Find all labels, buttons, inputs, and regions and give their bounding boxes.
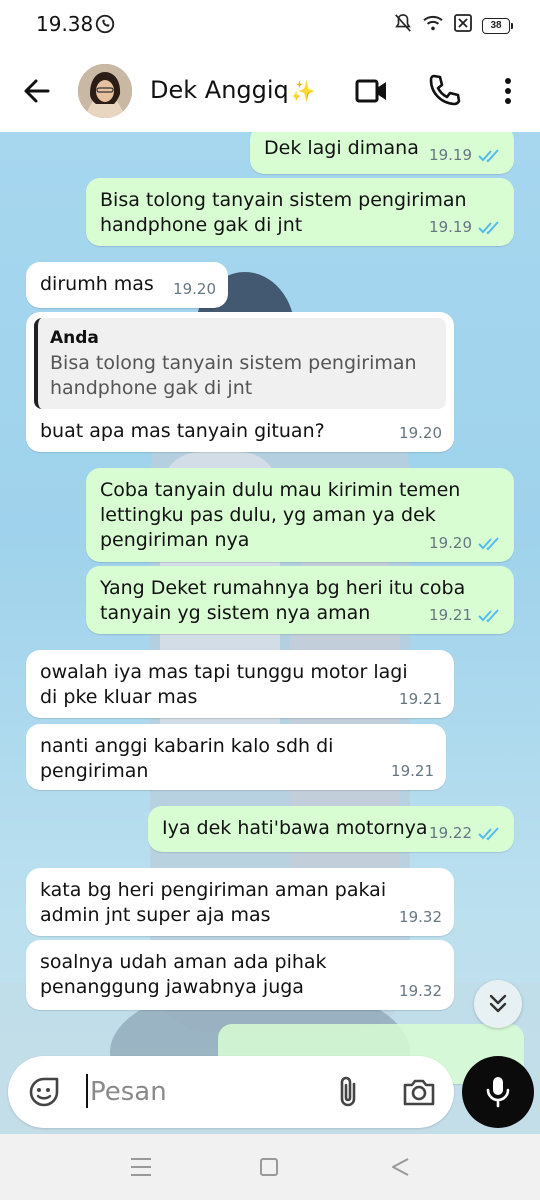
message-bubble[interactable]: Coba tanyain dulu mau kirimin temen lett… xyxy=(86,468,514,562)
message-bubble[interactable]: Bisa tolong tanyain sistem pengiriman ha… xyxy=(86,178,514,246)
message-time: 19.20 xyxy=(173,280,216,298)
message-text: Coba tanyain dulu mau kirimin temen lett… xyxy=(100,479,461,551)
sim-icon xyxy=(454,14,472,37)
message-text: nanti anggi kabarin kalo sdh di pengirim… xyxy=(40,735,334,782)
message-meta: 19.19 xyxy=(429,143,502,168)
home-icon[interactable] xyxy=(260,1158,278,1176)
battery-icon: 38 xyxy=(482,17,513,34)
message-bubble[interactable]: dirumh mas 19.20 xyxy=(26,262,228,308)
message-time: 19.20 xyxy=(399,424,442,442)
message-input[interactable] xyxy=(90,1070,310,1114)
double-chevron-down-icon xyxy=(489,994,507,1013)
message-time: 19.22 xyxy=(429,824,472,842)
microphone-button[interactable] xyxy=(462,1056,534,1128)
message-text: buat apa mas tanyain gituan? xyxy=(40,420,325,442)
chat-area[interactable]: Dek lagi dimana 19.19 Bisa tolong tanyai… xyxy=(0,132,540,1134)
read-ticks-icon xyxy=(478,148,499,162)
microphone-icon xyxy=(486,1077,510,1108)
message-text: dirumh mas xyxy=(40,273,154,295)
sticker-icon[interactable] xyxy=(28,1076,60,1108)
contact-name[interactable]: Dek Anggiq ✨ xyxy=(150,76,316,104)
message-meta: 19.20 xyxy=(399,421,442,446)
message-bubble[interactable]: Iya dek hati'bawa motornya 19.22 xyxy=(148,806,514,852)
message-time: 19.21 xyxy=(399,690,442,708)
read-ticks-icon xyxy=(478,220,499,234)
system-nav-bar xyxy=(0,1134,540,1200)
message-text: owalah iya mas tapi tunggu motor lagi di… xyxy=(40,661,408,708)
message-meta: 19.32 xyxy=(399,979,442,1004)
status-bar: 19.38 38 xyxy=(0,0,540,50)
message-meta: 19.20 xyxy=(429,531,502,556)
message-meta: 19.21 xyxy=(399,687,442,712)
message-composer xyxy=(8,1056,454,1128)
quote-text: Bisa tolong tanyain sistem pengiriman ha… xyxy=(50,352,417,399)
message-bubble[interactable]: kata bg heri pengiriman aman pakai admin… xyxy=(26,868,454,936)
back-arrow-icon[interactable] xyxy=(20,74,54,108)
message-meta: 19.20 xyxy=(173,277,216,302)
message-bubble[interactable]: soalnya udah aman ada pihak penanggung j… xyxy=(26,940,454,1010)
chat-header: Dek Anggiq ✨ xyxy=(0,50,540,132)
text-caret xyxy=(86,1074,88,1108)
message-meta: 19.19 xyxy=(429,215,502,240)
message-meta: 19.21 xyxy=(391,759,434,784)
message-time: 19.32 xyxy=(399,908,442,926)
wifi-icon xyxy=(422,14,444,37)
message-bubble[interactable]: owalah iya mas tapi tunggu motor lagi di… xyxy=(26,650,454,718)
more-options-icon[interactable] xyxy=(496,74,520,108)
message-time: 19.21 xyxy=(429,606,472,624)
camera-icon[interactable] xyxy=(402,1076,436,1108)
whatsapp-notification-icon xyxy=(94,13,116,40)
video-call-icon[interactable] xyxy=(354,74,390,108)
message-meta: 19.32 xyxy=(399,905,442,930)
message-meta: 19.22 xyxy=(429,821,502,846)
message-bubble[interactable]: Anda Bisa tolong tanyain sistem pengirim… xyxy=(26,312,454,452)
message-text: Yang Deket rumahnya bg heri itu coba tan… xyxy=(100,577,466,624)
message-time: 19.21 xyxy=(391,762,434,780)
contact-avatar[interactable] xyxy=(78,64,132,118)
message-text: Iya dek hati'bawa motornya xyxy=(162,817,428,839)
message-text: soalnya udah aman ada pihak penanggung j… xyxy=(40,951,327,998)
quote-author: Anda xyxy=(50,328,99,348)
contact-name-text: Dek Anggiq xyxy=(150,76,289,104)
message-text: kata bg heri pengiriman aman pakai admin… xyxy=(40,879,387,926)
quoted-message[interactable]: Anda Bisa tolong tanyain sistem pengirim… xyxy=(34,318,446,409)
read-ticks-icon xyxy=(478,536,499,550)
message-meta: 19.21 xyxy=(429,603,502,628)
sparkle-emoji: ✨ xyxy=(290,79,316,103)
message-text: Dek lagi dimana xyxy=(264,137,419,159)
message-time: 19.19 xyxy=(429,218,472,236)
message-bubble[interactable]: Yang Deket rumahnya bg heri itu coba tan… xyxy=(86,566,514,634)
paperclip-icon[interactable] xyxy=(334,1074,362,1110)
message-time: 19.19 xyxy=(429,146,472,164)
mute-notification-icon xyxy=(394,13,412,38)
message-time: 19.32 xyxy=(399,982,442,1000)
message-time: 19.20 xyxy=(429,534,472,552)
status-time: 19.38 xyxy=(36,12,94,36)
read-ticks-icon xyxy=(478,826,499,840)
recent-apps-icon[interactable] xyxy=(128,1156,154,1178)
scroll-to-bottom-button[interactable] xyxy=(474,980,522,1028)
phone-icon[interactable] xyxy=(426,72,462,108)
message-bubble[interactable]: nanti anggi kabarin kalo sdh di pengirim… xyxy=(26,724,446,790)
message-text: Bisa tolong tanyain sistem pengiriman ha… xyxy=(100,189,467,236)
read-ticks-icon xyxy=(478,608,499,622)
system-back-icon[interactable] xyxy=(388,1156,412,1178)
message-bubble[interactable]: Dek lagi dimana 19.19 xyxy=(250,132,514,174)
